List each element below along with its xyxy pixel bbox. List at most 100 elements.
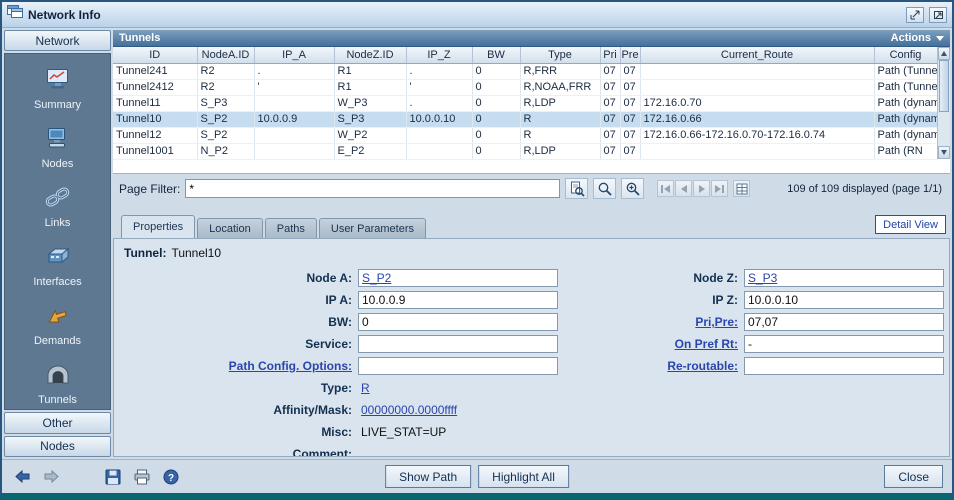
field-input[interactable]: 10.0.0.9 bbox=[358, 291, 558, 309]
scroll-down-button[interactable] bbox=[938, 146, 950, 159]
column-header[interactable]: IP_Z bbox=[406, 47, 472, 63]
prev-page-button[interactable] bbox=[675, 180, 692, 197]
field-input[interactable]: 07,07 bbox=[744, 313, 944, 331]
column-header[interactable]: Current_Route bbox=[640, 47, 874, 63]
nodes-section-button[interactable]: Nodes bbox=[4, 436, 111, 457]
field-input[interactable]: S_P3 bbox=[744, 269, 944, 287]
table-cell: R1 bbox=[334, 63, 406, 79]
page-filter-input[interactable] bbox=[185, 179, 560, 198]
detail-view-button[interactable]: Detail View bbox=[875, 215, 946, 234]
print-icon bbox=[133, 469, 151, 485]
field-value-link[interactable]: S_P3 bbox=[748, 271, 777, 285]
preview-button[interactable] bbox=[565, 178, 588, 199]
forward-button[interactable] bbox=[40, 467, 62, 487]
sidebar-item-demands[interactable]: Demands bbox=[5, 300, 110, 350]
close-button[interactable]: Close bbox=[884, 465, 943, 488]
first-page-button[interactable] bbox=[657, 180, 674, 197]
field-input[interactable] bbox=[358, 357, 558, 375]
table-cell: R1 bbox=[334, 79, 406, 95]
column-header[interactable]: BW bbox=[472, 47, 520, 63]
save-button[interactable] bbox=[102, 467, 124, 487]
sidebar-item-interfaces[interactable]: Interfaces bbox=[5, 241, 110, 291]
tab-properties[interactable]: Properties bbox=[121, 215, 195, 238]
field-label[interactable]: Re-routable: bbox=[667, 359, 738, 373]
field-input[interactable]: 0 bbox=[358, 313, 558, 331]
table-cell: R,LDP bbox=[520, 95, 600, 111]
column-header[interactable]: Pre bbox=[620, 47, 640, 63]
field-input[interactable] bbox=[744, 357, 944, 375]
help-button[interactable]: ? bbox=[160, 467, 182, 487]
other-section-button[interactable]: Other bbox=[4, 412, 111, 433]
scroll-thumb[interactable] bbox=[939, 60, 949, 112]
maximize-button[interactable] bbox=[929, 7, 947, 23]
back-button[interactable] bbox=[11, 467, 33, 487]
table-cell: 07 bbox=[600, 95, 620, 111]
column-header[interactable]: Pri bbox=[600, 47, 620, 63]
table-row[interactable]: Tunnel10S_P210.0.0.9S_P310.0.0.100R07071… bbox=[113, 111, 937, 127]
table-row[interactable]: Tunnel241R2.R1.0R,FRR0707Path (Tunne bbox=[113, 63, 937, 79]
highlight-all-button[interactable]: Highlight All bbox=[478, 465, 569, 488]
column-header[interactable]: NodeZ.ID bbox=[334, 47, 406, 63]
table-row[interactable]: Tunnel12S_P2W_P20R0707172.16.0.66-172.16… bbox=[113, 127, 937, 143]
field-value-link[interactable]: 00000000.0000ffff bbox=[361, 403, 457, 417]
scroll-up-button[interactable] bbox=[938, 47, 950, 60]
field-value-text: - bbox=[748, 337, 752, 351]
column-header[interactable]: Type bbox=[520, 47, 600, 63]
column-header[interactable]: ID bbox=[113, 47, 197, 63]
field-value: R bbox=[358, 379, 558, 397]
table-cell bbox=[640, 63, 874, 79]
table-cell: R bbox=[520, 127, 600, 143]
field-label[interactable]: Pri,Pre: bbox=[695, 315, 738, 329]
table-cell: R,NOAA,FRR bbox=[520, 79, 600, 95]
zoom-button[interactable] bbox=[593, 178, 616, 199]
field-input[interactable]: S_P2 bbox=[358, 269, 558, 287]
field-label[interactable]: Path Config. Options: bbox=[229, 359, 352, 373]
titlebar[interactable]: Network Info bbox=[2, 2, 952, 28]
table-row[interactable]: Tunnel11S_P3W_P3.0R,LDP0707172.16.0.70Pa… bbox=[113, 95, 937, 111]
table-cell: 0 bbox=[472, 95, 520, 111]
interfaces-icon bbox=[45, 244, 71, 273]
table-header-row: IDNodeA.IDIP_ANodeZ.IDIP_ZBWTypePriPreCu… bbox=[113, 47, 937, 63]
footer-action-buttons: Show Path Highlight All bbox=[385, 465, 569, 488]
print-button[interactable] bbox=[131, 467, 153, 487]
detach-button[interactable] bbox=[906, 7, 924, 23]
back-arrow-icon bbox=[14, 469, 31, 484]
sidebar-item-links[interactable]: Links bbox=[5, 182, 110, 232]
tab-user-parameters[interactable]: User Parameters bbox=[319, 218, 426, 238]
field-label[interactable]: On Pref Rt: bbox=[675, 337, 738, 351]
show-path-button[interactable]: Show Path bbox=[385, 465, 471, 488]
vertical-scrollbar[interactable] bbox=[937, 47, 950, 159]
table-cell bbox=[254, 143, 334, 159]
field-value-link[interactable]: S_P2 bbox=[362, 271, 391, 285]
table-cell: 0 bbox=[472, 127, 520, 143]
table-row[interactable]: Tunnel1001N_P2E_P20R,LDP0707Path (RN bbox=[113, 143, 937, 159]
field-label: Service: bbox=[305, 337, 352, 351]
field-input[interactable]: 10.0.0.10 bbox=[744, 291, 944, 309]
network-section-button[interactable]: Network bbox=[4, 30, 111, 51]
field-input[interactable] bbox=[358, 335, 558, 353]
sidebar-item-summary[interactable]: Summary bbox=[5, 64, 110, 114]
tab-location[interactable]: Location bbox=[197, 218, 263, 238]
sidebar-item-tunnels[interactable]: Tunnels bbox=[5, 359, 110, 409]
field-input[interactable]: - bbox=[744, 335, 944, 353]
table-row[interactable]: Tunnel2412R2'R1'0R,NOAA,FRR0707Path (Tun… bbox=[113, 79, 937, 95]
table-cell: R,LDP bbox=[520, 143, 600, 159]
column-header[interactable]: Config bbox=[874, 47, 937, 63]
column-header[interactable]: IP_A bbox=[254, 47, 334, 63]
zoom-plus-button[interactable] bbox=[621, 178, 644, 199]
table-cell: 0 bbox=[472, 111, 520, 127]
table-view-button[interactable] bbox=[733, 180, 750, 197]
field-label: IP A: bbox=[325, 293, 352, 307]
field-value: 00000000.0000ffff bbox=[358, 401, 558, 419]
column-header[interactable]: NodeA.ID bbox=[197, 47, 254, 63]
next-page-button[interactable] bbox=[693, 180, 710, 197]
field-value-link[interactable]: R bbox=[361, 381, 370, 395]
sidebar-item-nodes[interactable]: Nodes bbox=[5, 123, 110, 173]
actions-menu-button[interactable]: Actions bbox=[891, 32, 944, 44]
table-cell: Tunnel1001 bbox=[113, 143, 197, 159]
sidebar-item-label: Nodes bbox=[42, 158, 74, 170]
table-cell: Path (dynam bbox=[874, 95, 937, 111]
last-page-button[interactable] bbox=[711, 180, 728, 197]
tab-paths[interactable]: Paths bbox=[265, 218, 317, 238]
properties-form: Node A:S_P2Node Z:S_P3IP A:10.0.0.9IP Z:… bbox=[122, 269, 941, 457]
